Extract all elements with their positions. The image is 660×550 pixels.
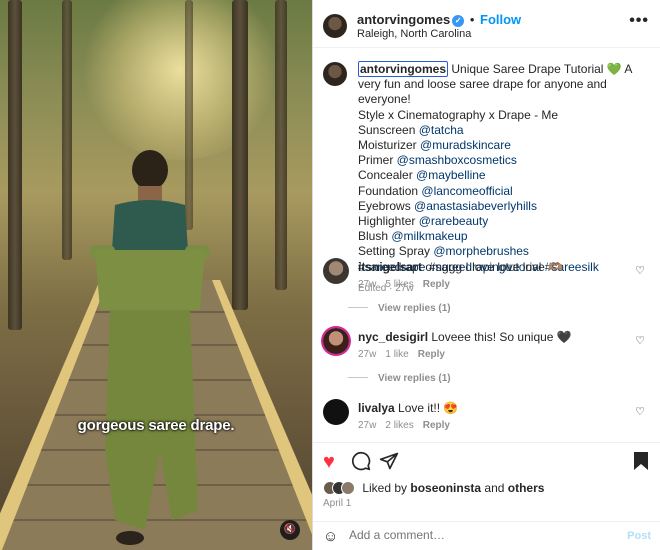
verified-badge-icon: ✓ (452, 15, 465, 27)
bookmark-filled-icon[interactable] (633, 451, 649, 477)
caption-line-label: Concealer (358, 168, 417, 183)
post-header: antorvingomes ✓ • Follow Raleigh, North C… (313, 0, 660, 48)
caption-line: Blush @milkmakeup (358, 229, 648, 244)
add-comment-bar: ☺ Post (313, 521, 660, 550)
sunlight (80, 0, 280, 160)
comment-username[interactable]: livalya (358, 401, 395, 415)
heart-outline-icon[interactable]: ♡ (635, 334, 645, 347)
caption-line: Foundation @lancomeofficial (358, 184, 648, 199)
mention-link[interactable]: @morphebrushes (433, 244, 529, 258)
heart-outline-icon[interactable]: ♡ (635, 405, 645, 418)
caption-line: Sunscreen @tatcha (358, 123, 648, 138)
caption-line: Moisturizer @muradskincare (358, 138, 648, 153)
caption-line-label: Blush (358, 229, 392, 244)
emoji-icon[interactable]: ☺ (323, 528, 338, 545)
mention-link[interactable]: @milkmakeup (391, 229, 467, 243)
post-author[interactable]: antorvingomes ✓ • Follow (357, 12, 521, 27)
liked-by-prefix: Liked by (362, 481, 411, 495)
avatar[interactable] (323, 258, 349, 284)
comment-username[interactable]: itsnigelsart (358, 260, 422, 274)
avatar[interactable] (323, 14, 347, 38)
mention-link[interactable]: @maybelline (416, 168, 486, 182)
follow-button[interactable]: Follow (480, 12, 521, 27)
more-options-icon[interactable]: ••• (629, 12, 649, 30)
view-replies-button[interactable]: View replies (1) (348, 303, 451, 314)
mention-link[interactable]: @anastasiabeverlyhills (414, 199, 537, 213)
comment-time[interactable]: 27w (358, 420, 376, 431)
post-actions: ♥ Liked by boseoninsta and others April … (313, 442, 660, 550)
caption-line-label: Primer (358, 153, 397, 168)
caption-line: Concealer @maybelline (358, 168, 648, 183)
mention-link[interactable]: @rarebeauty (419, 214, 489, 228)
caption-line-label: Sunscreen (358, 122, 419, 137)
comment-icon[interactable] (351, 451, 371, 477)
caption-line-text: Style x Cinematography x Drape - Me (358, 107, 559, 122)
mention-link[interactable]: @tatcha (419, 123, 464, 137)
header-separator: • (469, 12, 475, 27)
speaker-mute-icon[interactable]: 🔇 (280, 520, 300, 540)
caption-line: Primer @smashboxcosmetics (358, 153, 648, 168)
mention-link[interactable]: @muradskincare (420, 138, 511, 152)
view-replies-button[interactable]: View replies (1) (348, 373, 451, 384)
comment-text: Love it!! 😍 (398, 401, 459, 415)
caption-line-label: Setting Spray (358, 244, 434, 259)
liked-by-user[interactable]: boseoninsta (410, 481, 481, 495)
comment-input[interactable] (349, 528, 609, 542)
caption-line: Style x Cinematography x Drape - Me (358, 108, 648, 123)
comment-likes[interactable]: 1 like (385, 349, 408, 360)
heart-outline-icon[interactable]: ♡ (635, 264, 645, 277)
tree-trunk (62, 0, 72, 260)
reply-button[interactable]: Reply (423, 279, 450, 290)
likes-summary: Liked by boseoninsta and others (323, 481, 544, 495)
avatar[interactable] (323, 328, 349, 354)
comment-time[interactable]: 27w (358, 279, 376, 290)
caption-line: Highlighter @rarebeauty (358, 214, 648, 229)
comment-time[interactable]: 27w (358, 349, 376, 360)
caption-line-label: Highlighter (358, 214, 419, 229)
comment-likes[interactable]: 2 likes (385, 420, 413, 431)
share-icon[interactable] (379, 451, 399, 477)
video-caption: gorgeous saree drape. (77, 417, 235, 434)
mention-link[interactable]: @smashboxcosmetics (397, 153, 517, 167)
caption-line-label: Moisturizer (358, 138, 421, 153)
post-date[interactable]: April 1 (323, 498, 351, 509)
caption-line: Eyebrows @anastasiabeverlyhills (358, 199, 648, 214)
avatar[interactable] (323, 62, 347, 86)
post-button[interactable]: Post (627, 530, 651, 542)
post-media[interactable]: gorgeous saree drape. 🔇 (0, 0, 312, 550)
reply-button[interactable]: Reply (423, 420, 450, 431)
comment-text: Loveee this! So unique 🖤 (431, 330, 572, 344)
avatar (341, 481, 355, 495)
mention-link[interactable]: @lancomeofficial (421, 184, 512, 198)
comment-likes[interactable]: 5 likes (385, 279, 413, 290)
liked-by-and: and (481, 481, 508, 495)
avatar[interactable] (323, 399, 349, 425)
comment-username[interactable]: nyc_desigirl (358, 330, 428, 344)
person-figure (90, 150, 210, 545)
tree-trunk (275, 0, 287, 290)
caption-line-label: Eyebrows (358, 198, 415, 213)
caption-username[interactable]: antorvingomes (358, 61, 449, 77)
post-sidebar: antorvingomes ✓ • Follow Raleigh, North C… (312, 0, 660, 550)
caption-line: Setting Spray @morphebrushes (358, 244, 648, 259)
liked-by-others[interactable]: others (508, 481, 545, 495)
caption-line-label: Foundation (358, 183, 422, 198)
location-link[interactable]: Raleigh, North Carolina (357, 28, 471, 40)
author-username[interactable]: antorvingomes (357, 12, 450, 27)
comment-text: omggg I love love love 🫶🏽 (425, 260, 564, 274)
reply-button[interactable]: Reply (418, 349, 445, 360)
heart-filled-icon[interactable]: ♥ (323, 451, 335, 474)
